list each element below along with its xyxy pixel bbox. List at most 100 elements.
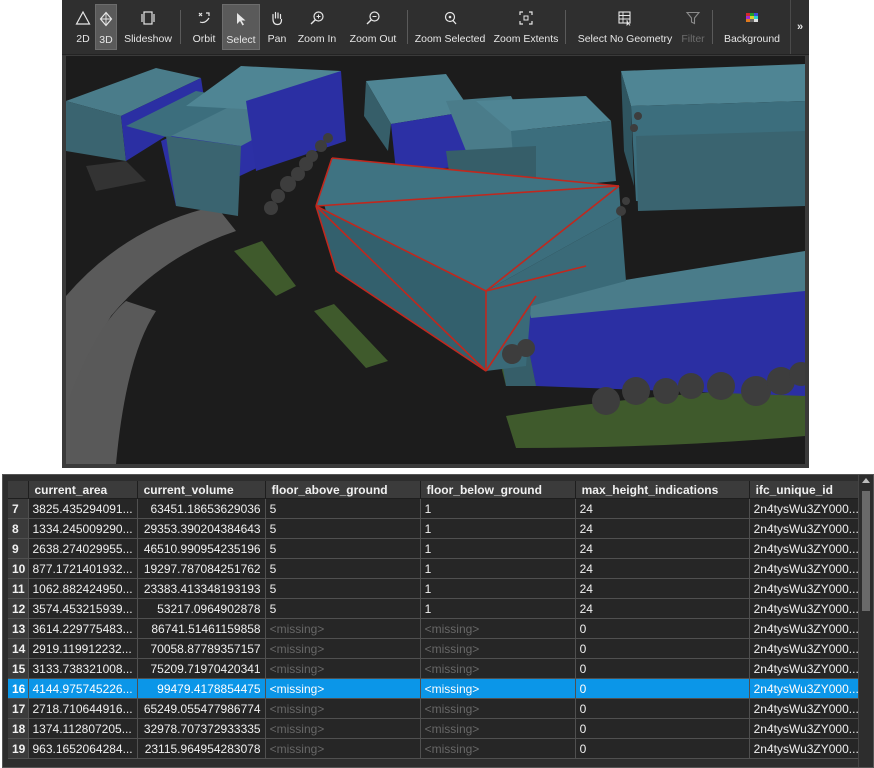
table-cell-current-area[interactable]: 877.1721401932... [28,558,138,579]
table-cell-current-volume[interactable]: 99479.4178854475 [137,678,266,699]
table-cell-current-area[interactable]: 3614.229775483... [28,618,138,639]
table-row[interactable]: 16 4144.975745226... 99479.4178854475 <miss… [8,678,866,699]
table-row[interactable]: 13 3614.229775483... 86741.51461159858 <mis… [8,618,866,639]
table-cell-max-height-indications[interactable]: 24 [575,518,750,539]
zoom-in-button[interactable]: Zoom In [294,4,340,50]
table-row[interactable]: 10 877.1721401932... 19297.787084251762 5 1 2… [8,558,866,579]
table-cell-max-height-indications[interactable]: 24 [575,598,750,619]
table-cell-current-area[interactable]: 3133.738321008... [28,658,138,679]
row-index-cell[interactable]: 14 [8,638,29,659]
table-cell-floor-above-ground[interactable]: 5 [265,598,421,619]
table-cell-floor-above-ground[interactable]: <missing> [265,718,421,739]
table-cell-current-volume[interactable]: 86741.51461159858 [137,618,266,639]
table-cell-current-volume[interactable]: 29353.390204384643 [137,518,266,539]
column-header[interactable]: current_area [28,481,138,499]
table-cell-floor-below-ground[interactable]: <missing> [420,618,576,639]
table-cell-ifc-unique-id[interactable]: 2n4tysWu3ZY000... [749,678,866,699]
slideshow-button[interactable]: Slideshow [122,4,174,50]
table-row[interactable]: 14 2919.119912232... 70058.87789357157 <mis… [8,638,866,659]
table-cell-ifc-unique-id[interactable]: 2n4tysWu3ZY000... [749,598,866,619]
table-cell-floor-above-ground[interactable]: <missing> [265,638,421,659]
table-cell-max-height-indications[interactable]: 0 [575,658,750,679]
table-cell-floor-below-ground[interactable]: <missing> [420,738,576,759]
2d-button[interactable]: 2D [72,4,94,50]
row-index-cell[interactable]: 12 [8,598,29,619]
table-cell-ifc-unique-id[interactable]: 2n4tysWu3ZY000... [749,578,866,599]
row-index-cell[interactable]: 11 [8,578,29,599]
table-row[interactable]: 9 2638.274029955... 46510.990954235196 5 1 24… [8,538,866,559]
zoom-selected-button[interactable]: Zoom Selected [414,4,486,50]
table-cell-floor-below-ground[interactable]: <missing> [420,678,576,699]
table-cell-ifc-unique-id[interactable]: 2n4tysWu3ZY000... [749,618,866,639]
row-index-cell[interactable]: 18 [8,718,29,739]
table-cell-current-area[interactable]: 2919.119912232... [28,638,138,659]
table-cell-max-height-indications[interactable]: 0 [575,678,750,699]
table-cell-current-area[interactable]: 3825.435294091... [28,498,138,519]
table-cell-current-area[interactable]: 1334.245009290... [28,518,138,539]
3d-button[interactable]: 3D [95,4,117,50]
table-cell-current-volume[interactable]: 70058.87789357157 [137,638,266,659]
3d-scene-canvas[interactable] [66,56,805,464]
table-row[interactable]: 19 963.1652064284... 23115.964954283078 <mi… [8,738,866,759]
table-cell-max-height-indications[interactable]: 24 [575,558,750,579]
orbit-button[interactable]: Orbit [188,4,220,50]
table-cell-floor-above-ground[interactable]: <missing> [265,678,421,699]
table-row[interactable]: 15 3133.738321008... 75209.71970420341 <mis… [8,658,866,679]
column-header[interactable]: floor_above_ground [265,481,421,499]
table-cell-floor-below-ground[interactable]: <missing> [420,698,576,719]
table-cell-ifc-unique-id[interactable]: 2n4tysWu3ZY000... [749,738,866,759]
table-cell-ifc-unique-id[interactable]: 2n4tysWu3ZY000... [749,658,866,679]
table-cell-current-volume[interactable]: 75209.71970420341 [137,658,266,679]
table-cell-floor-below-ground[interactable]: 1 [420,498,576,519]
row-index-cell[interactable]: 15 [8,658,29,679]
table-cell-current-volume[interactable]: 46510.990954235196 [137,538,266,559]
table-cell-max-height-indications[interactable]: 24 [575,538,750,559]
table-cell-floor-below-ground[interactable]: 1 [420,598,576,619]
row-index-cell[interactable]: 13 [8,618,29,639]
table-row[interactable]: 18 1374.112807205... 32978.707372933335 <mi… [8,718,866,739]
table-cell-ifc-unique-id[interactable]: 2n4tysWu3ZY000... [749,698,866,719]
table-cell-floor-below-ground[interactable]: 1 [420,578,576,599]
zoom-extents-button[interactable]: Zoom Extents [492,4,560,50]
table-cell-floor-below-ground[interactable]: 1 [420,558,576,579]
row-index-cell[interactable]: 16 [8,678,29,699]
row-index-cell[interactable]: 19 [8,738,29,759]
table-cell-current-area[interactable]: 4144.975745226... [28,678,138,699]
table-cell-current-volume[interactable]: 32978.707372933335 [137,718,266,739]
table-cell-current-area[interactable]: 1062.882424950... [28,578,138,599]
table-cell-max-height-indications[interactable]: 0 [575,718,750,739]
table-cell-floor-above-ground[interactable]: 5 [265,578,421,599]
row-index-cell[interactable]: 8 [8,518,29,539]
table-cell-floor-above-ground[interactable]: 5 [265,558,421,579]
table-cell-floor-above-ground[interactable]: 5 [265,498,421,519]
table-cell-max-height-indications[interactable]: 24 [575,578,750,599]
table-cell-current-volume[interactable]: 65249.055477986774 [137,698,266,719]
table-cell-floor-below-ground[interactable]: 1 [420,538,576,559]
table-cell-ifc-unique-id[interactable]: 2n4tysWu3ZY000... [749,518,866,539]
column-header[interactable]: ifc_unique_id [749,481,866,499]
row-index-cell[interactable]: 9 [8,538,29,559]
table-cell-ifc-unique-id[interactable]: 2n4tysWu3ZY000... [749,498,866,519]
table-cell-ifc-unique-id[interactable]: 2n4tysWu3ZY000... [749,558,866,579]
table-cell-current-area[interactable]: 1374.112807205... [28,718,138,739]
table-cell-floor-below-ground[interactable]: <missing> [420,718,576,739]
filter-button[interactable]: Filter [680,4,706,50]
select-button[interactable]: Select [222,4,260,50]
table-row[interactable]: 7 3825.435294091... 63451.18653629036 5 1 24 2… [8,498,866,519]
table-cell-current-volume[interactable]: 23115.964954283078 [137,738,266,759]
select-no-geometry-button[interactable]: Select No Geometry [572,4,678,50]
table-cell-current-volume[interactable]: 63451.18653629036 [137,498,266,519]
row-index-cell[interactable]: 10 [8,558,29,579]
table-cell-ifc-unique-id[interactable]: 2n4tysWu3ZY000... [749,718,866,739]
table-cell-max-height-indications[interactable]: 0 [575,738,750,759]
table-row[interactable]: 11 1062.882424950... 23383.413348193193 5 1 2… [8,578,866,599]
table-cell-floor-above-ground[interactable]: <missing> [265,738,421,759]
table-cell-max-height-indications[interactable]: 0 [575,698,750,719]
table-cell-floor-above-ground[interactable]: <missing> [265,658,421,679]
table-row[interactable]: 8 1334.245009290... 29353.390204384643 5 1 24… [8,518,866,539]
column-header[interactable]: current_volume [137,481,266,499]
table-cell-ifc-unique-id[interactable]: 2n4tysWu3ZY000... [749,538,866,559]
table-cell-floor-above-ground[interactable]: 5 [265,518,421,539]
table-cell-floor-below-ground[interactable]: <missing> [420,638,576,659]
table-row[interactable]: 17 2718.710644916... 65249.055477986774 <mi… [8,698,866,719]
